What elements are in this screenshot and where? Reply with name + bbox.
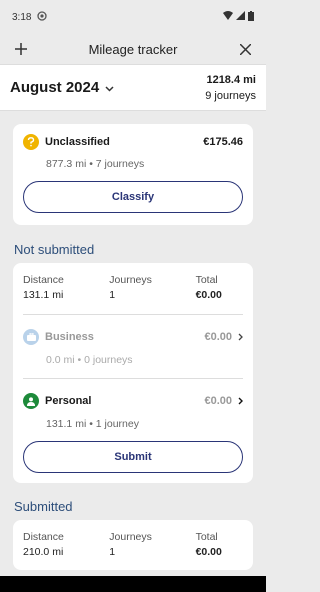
personal-title: Personal [45,395,92,407]
status-bar: 3:18 [0,0,266,34]
submitted-card: Distance 210.0 mi Journeys 1 Total €0.00 [13,520,253,570]
not-submitted-card: Distance 131.1 mi Journeys 1 Total €0.00… [13,263,253,483]
wifi-icon [223,11,233,23]
month-totals: 1218.4 mi 9 journeys [205,72,256,104]
distance-value: 131.1 mi [23,289,64,301]
business-details: 0.0 mi • 0 journeys [46,354,133,366]
page-title: Mileage tracker [88,41,178,57]
add-icon[interactable] [12,40,30,58]
navigation-bar [0,576,266,592]
chevron-right-icon [238,328,243,346]
submitted-heading: Submitted [14,499,73,514]
month-bar: August 2024 1218.4 mi 9 journeys [0,64,266,111]
total-label: Total [195,531,218,543]
business-amount: €0.00 [204,331,232,343]
total-value: €0.00 [195,546,222,558]
month-selector[interactable]: August 2024 [10,79,114,96]
total-value: €0.00 [195,289,222,301]
signal-icon [236,11,245,23]
submitted-stats: Distance 210.0 mi Journeys 1 Total €0.00 [23,530,243,560]
personal-details: 131.1 mi • 1 journey [46,418,139,430]
journeys-value: 1 [109,546,116,558]
briefcase-icon [23,329,39,345]
status-time: 3:18 [12,11,32,23]
not-submitted-heading: Not submitted [14,242,95,257]
personal-row[interactable]: Personal €0.00 131.1 mi • 1 journey [23,379,243,441]
close-icon[interactable] [236,40,254,58]
not-submitted-stats: Distance 131.1 mi Journeys 1 Total €0.00 [23,273,243,303]
unclassified-title: Unclassified [45,136,110,148]
classify-button[interactable]: Classify [23,181,243,213]
question-icon [23,134,39,150]
distance-label: Distance [23,531,64,543]
chevron-right-icon [238,392,243,410]
journeys-label: Journeys [109,531,152,543]
journeys-label: Journeys [109,274,152,286]
notification-icon [37,10,48,24]
business-row[interactable]: Business €0.00 0.0 mi • 0 journeys [23,315,243,378]
unclassified-details: 877.3 mi • 7 journeys [46,158,145,170]
unclassified-card: Unclassified €175.46 877.3 mi • 7 journe… [13,124,253,225]
distance-label: Distance [23,274,64,286]
unclassified-amount: €175.46 [203,136,243,148]
total-distance: 1218.4 mi [206,73,256,86]
total-journeys: 9 journeys [205,89,256,102]
total-label: Total [195,274,218,286]
distance-value: 210.0 mi [23,546,64,558]
person-icon [23,393,39,409]
business-title: Business [45,331,94,343]
chevron-down-icon [105,79,114,96]
personal-amount: €0.00 [204,395,232,407]
month-label: August 2024 [10,79,100,96]
journeys-value: 1 [109,289,116,301]
app-bar: Mileage tracker [0,34,266,64]
battery-icon [248,10,254,24]
submit-button[interactable]: Submit [23,441,243,473]
